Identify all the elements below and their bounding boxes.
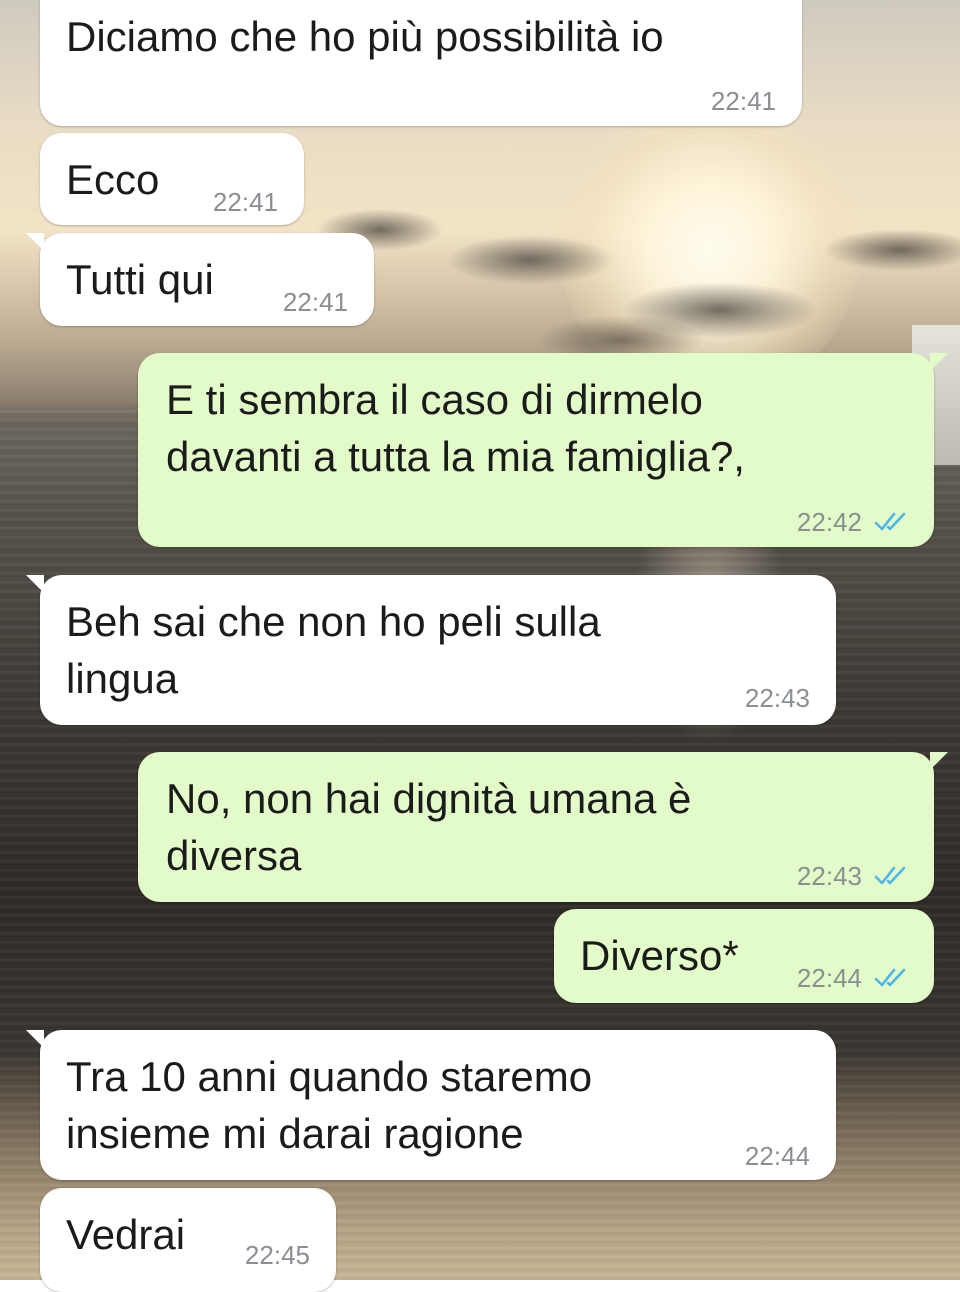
message-text: Diverso*: [580, 932, 739, 979]
message-timestamp: 22:41: [282, 287, 348, 317]
message-text: Ecco: [66, 156, 160, 203]
message-bubble-outgoing[interactable]: E ti sembra il caso di dirmelo davanti a…: [138, 353, 948, 547]
message-text: No, non hai dignità umana è diversa: [166, 775, 692, 879]
message-text: Beh sai che non ho peli sulla lingua: [66, 598, 601, 702]
message-text: Diciamo che ho più possibilità io: [66, 13, 664, 60]
message-text: Tutti qui: [66, 256, 214, 303]
message-bubble-incoming[interactable]: Diciamo che ho più possibilità io 22:41: [40, 0, 802, 126]
message-timestamp: 22:44: [796, 963, 862, 993]
message-timestamp: 22:41: [212, 187, 278, 217]
message-bubble-outgoing[interactable]: Diverso* 22:44: [554, 909, 934, 1003]
message-bubble-outgoing[interactable]: No, non hai dignità umana è diversa 22:4…: [138, 752, 948, 902]
message-bubble-incoming[interactable]: Beh sai che non ho peli sulla lingua 22:…: [26, 575, 836, 725]
message-text: Tra 10 anni quando staremo insieme mi da…: [66, 1053, 593, 1157]
message-timestamp: 22:43: [744, 683, 810, 713]
message-timestamp: 22:44: [744, 1141, 810, 1171]
message-text: Vedrai: [66, 1211, 186, 1258]
message-bubble-incoming[interactable]: Ecco 22:41: [40, 133, 304, 225]
message-timestamp: 22:43: [796, 861, 862, 891]
message-bubble-incoming[interactable]: Tutti qui 22:41: [26, 233, 374, 326]
message-timestamp: 22:41: [710, 86, 776, 116]
message-timestamp: 22:45: [244, 1240, 310, 1270]
message-bubble-incoming[interactable]: Vedrai 22:45: [40, 1188, 336, 1292]
read-double-check-icon: [874, 512, 906, 531]
read-double-check-icon: [874, 968, 906, 987]
read-double-check-icon: [874, 866, 906, 885]
message-list[interactable]: Diciamo che ho più possibilità io 22:41 …: [0, 0, 960, 1292]
message-bubble-incoming[interactable]: Tra 10 anni quando staremo insieme mi da…: [26, 1030, 836, 1180]
message-text: E ti sembra il caso di dirmelo davanti a…: [166, 376, 745, 480]
message-timestamp: 22:42: [796, 507, 862, 537]
